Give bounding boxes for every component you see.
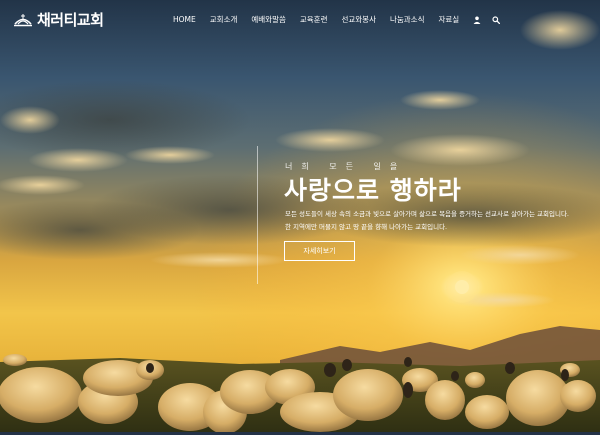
- hero-description: 모든 성도들이 세상 속의 소금과 빛으로 살아가며 삶으로 복음을 증거하는 …: [285, 208, 590, 234]
- top-navigation-bar: 채러티교회 HOME 교회소개 예배와말씀 교육훈련 선교와봉사 나눔과소식 자…: [0, 0, 600, 40]
- menu-item-news[interactable]: 나눔과소식: [390, 14, 425, 25]
- menu-item-mission[interactable]: 선교와봉사: [341, 14, 376, 25]
- menu-item-education[interactable]: 교육훈련: [300, 14, 328, 25]
- vertical-divider-line: [257, 146, 258, 284]
- hero-title: 사랑으로 행하라: [284, 176, 462, 205]
- learn-more-button[interactable]: 자세히보기: [284, 241, 355, 261]
- menu-item-home[interactable]: HOME: [173, 15, 196, 24]
- menu-item-worship[interactable]: 예배와말씀: [251, 14, 286, 25]
- logo-mark-icon: [14, 13, 32, 26]
- search-icon[interactable]: [492, 15, 501, 24]
- hero-description-line: 한 지역에만 머물지 않고 땅 끝을 향해 나아가는 교회입니다.: [285, 223, 448, 231]
- hero-section: 채러티교회 HOME 교회소개 예배와말씀 교육훈련 선교와봉사 나눔과소식 자…: [0, 0, 600, 435]
- user-icon[interactable]: [473, 16, 481, 24]
- brand-name: 채러티교회: [37, 11, 104, 29]
- hero-description-line: 모든 성도들이 세상 속의 소금과 빛으로 살아가며 삶으로 복음을 증거하는 …: [285, 210, 570, 218]
- menu-item-about[interactable]: 교회소개: [210, 14, 238, 25]
- brand-logo[interactable]: 채러티교회: [13, 9, 104, 30]
- menu-item-archive[interactable]: 자료실: [438, 14, 459, 25]
- main-menu: HOME 교회소개 예배와말씀 교육훈련 선교와봉사 나눔과소식 자료실: [173, 14, 501, 25]
